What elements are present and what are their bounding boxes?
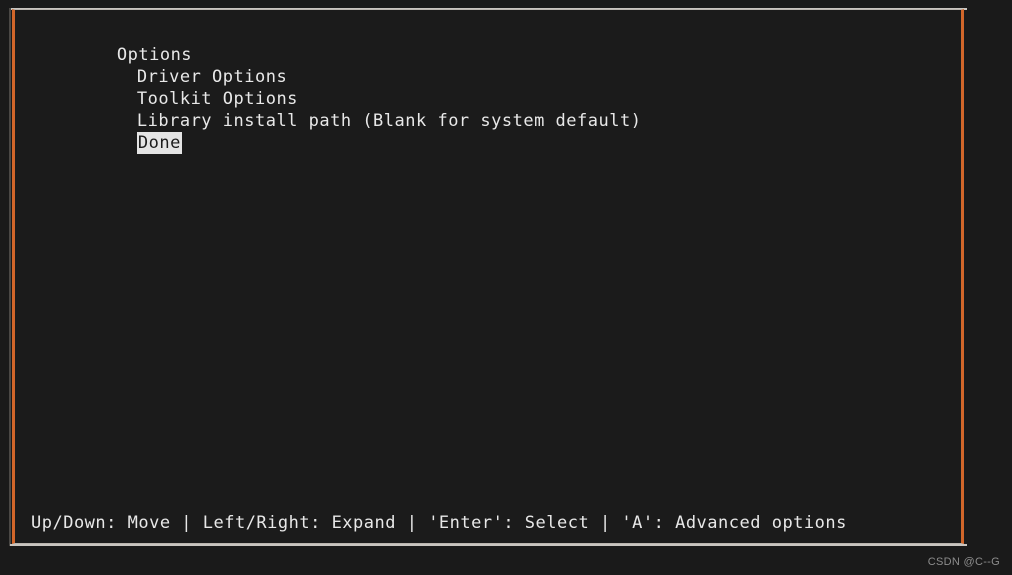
menu-item-label: Library install path (Blank for system d…: [136, 111, 642, 131]
options-menu-list: Options Driver Options Toolkit Options L…: [31, 22, 951, 154]
menu-item-label: Done: [136, 132, 182, 154]
menu-item-label: Toolkit Options: [136, 89, 298, 109]
menu-item-label: Driver Options: [136, 67, 288, 87]
terminal-screen: Options Driver Options Toolkit Options L…: [0, 0, 1012, 575]
watermark-label: CSDN @C--G: [927, 556, 1000, 568]
options-panel: Options Driver Options Toolkit Options L…: [12, 9, 964, 544]
help-status-bar: Up/Down: Move | Left/Right: Expand | 'En…: [15, 503, 961, 543]
menu-item-options[interactable]: Options: [31, 22, 951, 65]
keyboard-help-text: Up/Down: Move | Left/Right: Expand | 'En…: [31, 513, 847, 533]
outer-frame-left-line: [9, 8, 11, 546]
menu-item-label: Options: [116, 45, 193, 65]
outer-frame-bottom-line: [10, 544, 967, 546]
